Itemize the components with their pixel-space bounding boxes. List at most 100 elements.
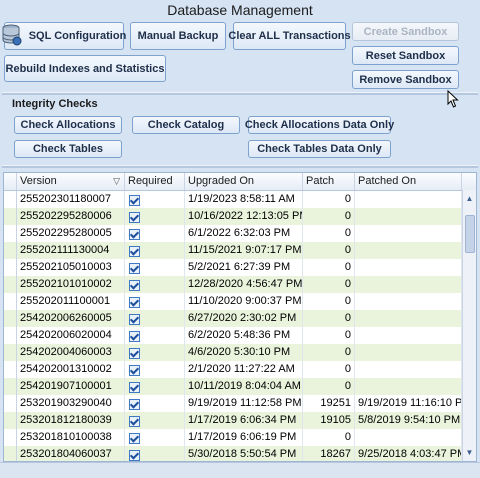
version-cell[interactable]: 255202105010003: [17, 259, 125, 276]
patch-cell[interactable]: 0: [303, 242, 355, 259]
patched-on-cell[interactable]: [355, 293, 462, 310]
patch-cell[interactable]: 18267: [303, 446, 355, 461]
version-cell[interactable]: 253201804060037: [17, 446, 125, 461]
check-tables-button[interactable]: Check Tables: [14, 140, 122, 158]
patched-on-cell[interactable]: [355, 361, 462, 378]
patch-cell[interactable]: 0: [303, 276, 355, 293]
patched-on-cell[interactable]: [355, 310, 462, 327]
check-tables-data-only-button[interactable]: Check Tables Data Only: [248, 140, 391, 158]
required-cell[interactable]: [125, 446, 185, 461]
required-cell[interactable]: [125, 412, 185, 429]
patched-on-cell[interactable]: [355, 191, 462, 208]
upgraded-on-cell[interactable]: 1/19/2023 8:58:11 AM: [185, 191, 303, 208]
table-row[interactable]: 253201903290040 9/19/2019 11:12:58 PM 1925…: [4, 395, 462, 412]
upgraded-on-cell[interactable]: 5/2/2021 6:27:39 PM: [185, 259, 303, 276]
patch-cell[interactable]: 0: [303, 378, 355, 395]
required-checkbox[interactable]: [129, 433, 140, 444]
row-selector[interactable]: [4, 361, 17, 378]
upgraded-on-cell[interactable]: 6/1/2022 6:32:03 PM: [185, 225, 303, 242]
scroll-down-icon[interactable]: ▼: [463, 446, 476, 459]
table-row[interactable]: 255202111130004 11/15/2021 9:07:17 PM 0: [4, 242, 462, 259]
table-row[interactable]: 253201812180039 1/17/2019 6:06:34 PM 19105…: [4, 412, 462, 429]
required-cell[interactable]: [125, 191, 185, 208]
required-cell[interactable]: [125, 293, 185, 310]
row-selector[interactable]: [4, 327, 17, 344]
row-selector[interactable]: [4, 412, 17, 429]
patched-on-cell[interactable]: [355, 327, 462, 344]
patch-cell[interactable]: 0: [303, 225, 355, 242]
patch-cell[interactable]: 0: [303, 344, 355, 361]
patch-cell[interactable]: 19105: [303, 412, 355, 429]
patch-cell[interactable]: 0: [303, 259, 355, 276]
patched-on-cell[interactable]: [355, 208, 462, 225]
patched-on-cell[interactable]: 5/8/2019 9:54:10 PM: [355, 412, 462, 429]
row-selector[interactable]: [4, 208, 17, 225]
row-selector[interactable]: [4, 344, 17, 361]
required-cell[interactable]: [125, 344, 185, 361]
required-cell[interactable]: [125, 276, 185, 293]
required-checkbox[interactable]: [129, 229, 140, 240]
table-row[interactable]: 254202001310002 2/1/2020 11:27:22 AM 0: [4, 361, 462, 378]
patched-on-cell[interactable]: 9/19/2019 11:16:10 PM: [355, 395, 462, 412]
required-cell[interactable]: [125, 208, 185, 225]
patch-cell[interactable]: 0: [303, 208, 355, 225]
required-cell[interactable]: [125, 327, 185, 344]
table-row[interactable]: 255202295280005 6/1/2022 6:32:03 PM 0: [4, 225, 462, 242]
upgraded-on-cell[interactable]: 9/19/2019 11:12:58 PM: [185, 395, 303, 412]
required-checkbox[interactable]: [129, 365, 140, 376]
upgraded-on-cell[interactable]: 1/17/2019 6:06:34 PM: [185, 412, 303, 429]
scroll-up-icon[interactable]: ▲: [463, 192, 476, 205]
patched-on-cell[interactable]: 9/25/2018 4:03:47 PM: [355, 446, 462, 461]
patched-on-cell[interactable]: [355, 242, 462, 259]
row-selector[interactable]: [4, 191, 17, 208]
upgraded-on-cell[interactable]: 6/2/2020 5:48:36 PM: [185, 327, 303, 344]
manual-backup-button[interactable]: Manual Backup: [130, 22, 226, 50]
required-cell[interactable]: [125, 310, 185, 327]
remove-sandbox-button[interactable]: Remove Sandbox: [352, 70, 459, 89]
column-header-patch[interactable]: Patch: [303, 173, 355, 190]
row-selector[interactable]: [4, 276, 17, 293]
upgraded-on-cell[interactable]: 11/10/2020 9:00:37 PM: [185, 293, 303, 310]
row-selector[interactable]: [4, 429, 17, 446]
upgraded-on-cell[interactable]: 10/16/2022 12:13:05 PM: [185, 208, 303, 225]
version-cell[interactable]: 255202111130004: [17, 242, 125, 259]
table-row[interactable]: 254202006020004 6/2/2020 5:48:36 PM 0: [4, 327, 462, 344]
table-row[interactable]: 255202011100001 11/10/2020 9:00:37 PM 0: [4, 293, 462, 310]
required-cell[interactable]: [125, 259, 185, 276]
column-header-patched-on[interactable]: Patched On: [355, 173, 462, 190]
required-checkbox[interactable]: [129, 416, 140, 427]
required-cell[interactable]: [125, 429, 185, 446]
row-selector[interactable]: [4, 259, 17, 276]
version-cell[interactable]: 253201812180039: [17, 412, 125, 429]
check-allocations-button[interactable]: Check Allocations: [14, 116, 122, 134]
patch-cell[interactable]: 0: [303, 293, 355, 310]
row-selector[interactable]: [4, 293, 17, 310]
version-cell[interactable]: 254202006020004: [17, 327, 125, 344]
version-cell[interactable]: 254201907100001: [17, 378, 125, 395]
version-cell[interactable]: 255202295280005: [17, 225, 125, 242]
patch-cell[interactable]: 19251: [303, 395, 355, 412]
table-row[interactable]: 253201810100038 1/17/2019 6:06:19 PM 0: [4, 429, 462, 446]
versions-grid[interactable]: Version ▽ Required Upgraded On Patch Pat…: [3, 172, 477, 462]
version-cell[interactable]: 254202001310002: [17, 361, 125, 378]
required-cell[interactable]: [125, 361, 185, 378]
row-selector[interactable]: [4, 225, 17, 242]
upgraded-on-cell[interactable]: 4/6/2020 5:30:10 PM: [185, 344, 303, 361]
scroll-thumb[interactable]: [465, 215, 475, 253]
version-cell[interactable]: 255202101010002: [17, 276, 125, 293]
patch-cell[interactable]: 0: [303, 327, 355, 344]
version-cell[interactable]: 253201903290040: [17, 395, 125, 412]
required-checkbox[interactable]: [129, 331, 140, 342]
patched-on-cell[interactable]: [355, 225, 462, 242]
required-checkbox[interactable]: [129, 348, 140, 359]
column-header-upgraded-on[interactable]: Upgraded On: [185, 173, 303, 190]
version-cell[interactable]: 253201810100038: [17, 429, 125, 446]
check-catalog-button[interactable]: Check Catalog: [132, 116, 240, 134]
required-checkbox[interactable]: [129, 280, 140, 291]
patch-cell[interactable]: 0: [303, 429, 355, 446]
upgraded-on-cell[interactable]: 2/1/2020 11:27:22 AM: [185, 361, 303, 378]
required-checkbox[interactable]: [129, 382, 140, 393]
table-row[interactable]: 254202006260005 6/27/2020 2:30:02 PM 0: [4, 310, 462, 327]
required-checkbox[interactable]: [129, 450, 140, 461]
row-selector[interactable]: [4, 378, 17, 395]
